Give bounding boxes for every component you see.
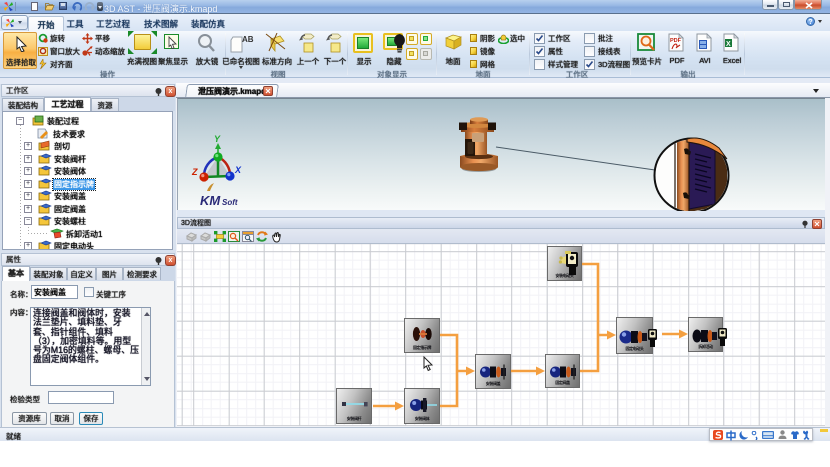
svg-text:Y: Y bbox=[214, 134, 221, 144]
svg-text:PDF: PDF bbox=[670, 38, 682, 44]
svg-text:X: X bbox=[234, 165, 242, 175]
svg-text:KM: KM bbox=[200, 193, 221, 208]
svg-text:Soft: Soft bbox=[222, 198, 238, 207]
svg-text:Z: Z bbox=[191, 167, 198, 177]
svg-text:AB: AB bbox=[242, 35, 254, 44]
svg-text:X: X bbox=[726, 41, 731, 48]
